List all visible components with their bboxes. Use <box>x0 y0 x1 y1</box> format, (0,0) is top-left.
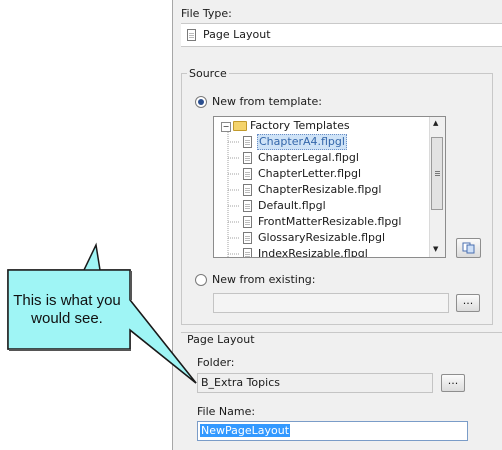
callout-outline <box>7 269 197 384</box>
callout-text: This is what you would see. <box>13 292 121 327</box>
